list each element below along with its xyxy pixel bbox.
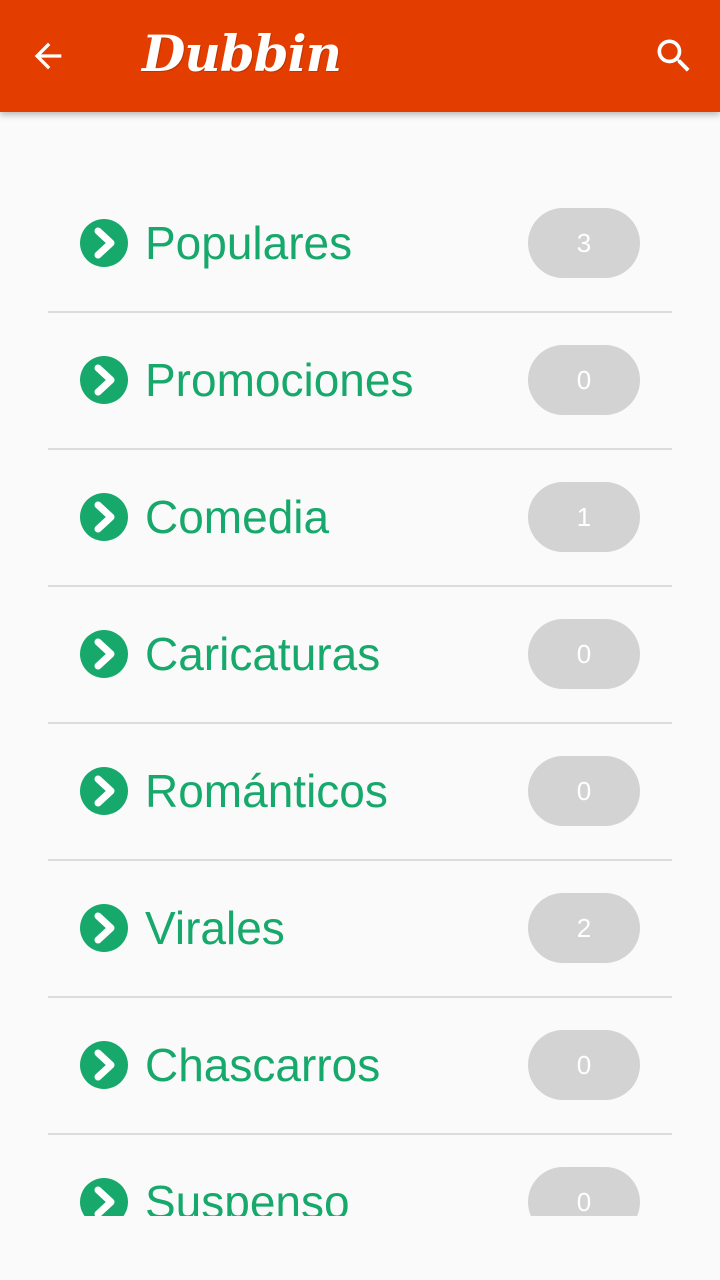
chevron-right-circle-icon <box>80 1041 128 1089</box>
category-label: Virales <box>145 902 285 954</box>
category-label: Románticos <box>145 765 388 817</box>
count-badge: 0 <box>528 345 640 415</box>
chevron-right-circle-icon <box>80 356 128 404</box>
category-item[interactable]: Promociones 0 <box>48 313 672 450</box>
category-item[interactable]: Románticos 0 <box>48 724 672 861</box>
category-label: Suspenso <box>145 1176 350 1216</box>
chevron-right-circle-icon <box>80 493 128 541</box>
category-label: Chascarros <box>145 1039 381 1091</box>
app-bar: Dubbin <box>0 0 720 112</box>
count-badge: 2 <box>528 893 640 963</box>
category-item[interactable]: Suspenso 0 <box>48 1135 672 1216</box>
count-badge: 0 <box>528 1030 640 1100</box>
count-badge: 1 <box>528 482 640 552</box>
category-item[interactable]: Populares 3 <box>48 176 672 313</box>
count-badge: 0 <box>528 756 640 826</box>
back-button[interactable] <box>16 24 80 88</box>
arrow-left-icon <box>34 42 62 70</box>
search-button[interactable] <box>642 24 706 88</box>
category-label: Comedia <box>145 491 330 543</box>
category-item[interactable]: Comedia 1 <box>48 450 672 587</box>
count-badge: 3 <box>528 208 640 278</box>
category-label: Caricaturas <box>145 628 381 680</box>
chevron-right-circle-icon <box>80 904 128 952</box>
chevron-right-circle-icon <box>80 219 128 267</box>
category-list: Populares 3 Promociones 0 Comedia 1 Caricatura… <box>48 176 672 1216</box>
chevron-right-circle-icon <box>80 630 128 678</box>
chevron-right-circle-icon <box>80 1178 128 1216</box>
count-badge: 0 <box>528 1167 640 1216</box>
count-badge: 0 <box>528 619 640 689</box>
search-icon <box>657 39 690 72</box>
category-item[interactable]: Chascarros 0 <box>48 998 672 1135</box>
app-logo: Dubbin <box>142 24 342 83</box>
category-item[interactable]: Virales 2 <box>48 861 672 998</box>
category-item[interactable]: Caricaturas 0 <box>48 587 672 724</box>
category-list-container[interactable]: Populares 3 Promociones 0 Comedia 1 Caricatura… <box>0 112 720 1216</box>
category-label: Promociones <box>145 354 414 406</box>
chevron-right-circle-icon <box>80 767 128 815</box>
category-label: Populares <box>145 217 353 269</box>
